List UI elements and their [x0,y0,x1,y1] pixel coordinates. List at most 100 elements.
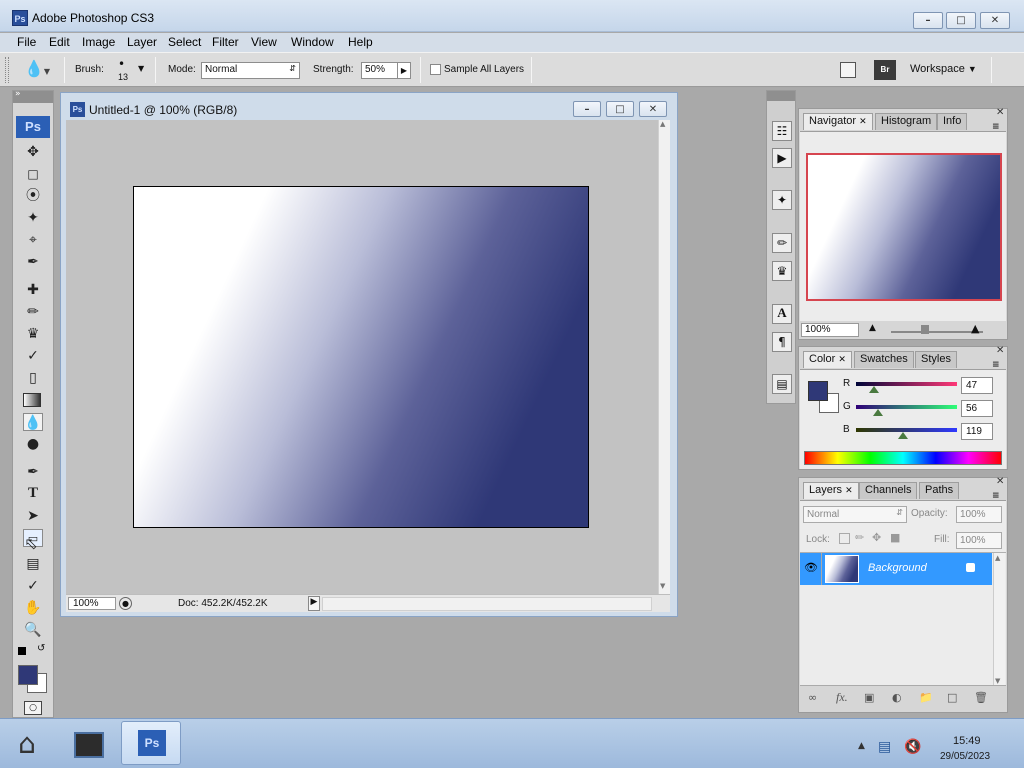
vertical-scrollbar[interactable]: ▲ ▼ [658,120,670,594]
clock-date[interactable]: 29/05/2023 [940,751,990,762]
color-close-icon[interactable]: ✕ [996,345,1004,356]
g-slider[interactable] [856,405,957,409]
foreground-color-swatch[interactable] [18,665,38,685]
zoom-field[interactable]: 100% [68,597,116,610]
zoom-out-icon[interactable]: ▲ [869,323,876,333]
link-layers-icon[interactable]: ∞ [808,691,817,704]
bridge-icon[interactable]: Br [874,60,896,80]
navigator-close-icon[interactable]: ✕ [996,107,1004,118]
tab-navigator[interactable]: Navigator ✕ [803,113,873,130]
type-tool-icon[interactable]: T [23,485,43,503]
r-value[interactable]: 47 [961,377,993,394]
clone-source-icon[interactable]: ♛ [772,261,792,281]
layer-style-icon[interactable]: fx. [836,690,848,705]
navigator-zoom-slider[interactable] [891,331,983,333]
tray-expand-icon[interactable]: ▲ [858,741,865,751]
swap-colors-icon[interactable]: ↺ [37,643,45,654]
navigator-thumbnail[interactable] [806,153,1002,301]
menu-edit[interactable]: Edit [49,35,70,49]
eyedropper-tool-icon[interactable]: ✓ [23,577,43,595]
slice-tool-icon[interactable]: ✒ [23,253,43,271]
menu-layer[interactable]: Layer [127,35,157,49]
paragraph-panel-icon[interactable]: ¶ [772,332,792,352]
notes-tool-icon[interactable]: ▤ [23,555,43,573]
horizontal-scrollbar[interactable] [322,597,652,611]
blur-tool-icon[interactable]: 💧 [23,413,43,431]
menu-file[interactable]: File [17,35,36,49]
layer-row-background[interactable]: 👁 Background [800,553,992,585]
dodge-tool-icon[interactable]: ● [23,435,43,453]
home-icon[interactable]: ⌂ [8,727,46,761]
history-panel-icon[interactable]: ☷ [772,121,792,141]
palette-well-icon[interactable] [840,62,856,78]
color-spectrum-bar[interactable] [804,451,1002,465]
lock-pixels-icon[interactable]: ✏ [855,531,864,544]
zoom-in-icon[interactable]: ▲ [971,322,979,335]
brushes-panel-icon[interactable]: ✏ [772,233,792,253]
healing-brush-tool-icon[interactable]: ✚ [23,281,43,299]
navigator-zoom-thumb[interactable] [921,325,929,334]
sample-all-layers-checkbox[interactable] [430,64,441,75]
blend-mode-select[interactable]: Normal ⇵ [803,506,907,523]
toolbox-header[interactable]: » [13,89,53,103]
tool-presets-icon[interactable]: ✦ [772,190,792,210]
layers-close-icon[interactable]: ✕ [996,476,1004,487]
layer-name[interactable]: Background [868,562,927,574]
tab-channels[interactable]: Channels [859,482,918,499]
character-panel-icon[interactable]: A [772,304,792,324]
tab-color[interactable]: Color ✕ [803,351,852,368]
scroll-down-icon[interactable]: ▼ [660,582,665,590]
mode-select[interactable]: Normal ⇵ [201,62,300,79]
brush-dot-icon[interactable]: • [118,57,125,71]
gradient-tool-icon[interactable] [23,393,41,407]
tab-styles[interactable]: Styles [915,351,957,368]
strength-field[interactable]: 50% ▶ [361,62,411,79]
r-slider-thumb[interactable] [869,386,880,393]
minimize-button[interactable]: – [913,12,943,29]
hand-tool-icon[interactable]: ✋ [23,599,43,617]
layer-thumbnail[interactable] [825,555,859,583]
b-value[interactable]: 119 [961,423,993,440]
volume-muted-icon[interactable]: 🔇 [904,739,921,755]
brush-tool-icon[interactable]: ✏ [23,303,43,321]
options-grip[interactable] [5,57,9,83]
eraser-tool-icon[interactable]: ▯ [23,369,43,387]
tab-histogram[interactable]: Histogram [875,113,938,130]
brush-dropdown-icon[interactable]: ▼ [138,64,144,73]
actions-panel-icon[interactable]: ▶ [772,148,792,168]
marquee-tool-icon[interactable]: □ [23,165,43,183]
document-minimize-button[interactable]: – [573,101,601,117]
crop-tool-icon[interactable]: ⌖ [23,231,43,249]
tab-info[interactable]: Info [937,113,968,130]
photoshop-logo[interactable]: Ps [16,116,50,138]
magic-wand-tool-icon[interactable]: ✦ [23,209,43,227]
layers-scroll-down-icon[interactable]: ▼ [995,677,1000,685]
g-slider-thumb[interactable] [873,409,884,416]
taskbar-photoshop-button[interactable]: Ps [121,721,181,765]
layer-comps-icon[interactable]: ▤ [772,374,792,394]
g-value[interactable]: 56 [961,400,993,417]
default-colors-icon[interactable] [18,647,26,655]
clock-time[interactable]: 15:49 [953,735,981,747]
tab-layers[interactable]: Layers ✕ [803,482,859,499]
layer-mask-icon[interactable]: ▣ [864,691,874,704]
layer-visibility-eye-icon[interactable]: 👁 [804,561,818,574]
menu-image[interactable]: Image [82,35,115,49]
layers-scrollbar[interactable]: ▲ ▼ [993,553,1005,685]
lock-position-icon[interactable]: ✥ [872,531,881,544]
lasso-tool-icon[interactable]: ⦿ [23,187,43,205]
gradient-image[interactable] [133,186,589,528]
adjustment-layer-icon[interactable]: ◐ [892,691,902,704]
b-slider-thumb[interactable] [898,432,909,439]
new-group-icon[interactable]: 📁 [919,691,933,704]
file-manager-icon[interactable] [74,732,104,758]
lock-transparency-icon[interactable] [839,533,850,544]
maximize-button[interactable]: □ [946,12,976,29]
layers-scroll-up-icon[interactable]: ▲ [995,554,1000,562]
menu-filter[interactable]: Filter [212,35,239,49]
move-tool-icon[interactable]: ✥ [23,143,43,161]
status-menu-arrow-icon[interactable]: ▶ [308,596,320,611]
menu-view[interactable]: View [251,35,277,49]
document-maximize-button[interactable]: □ [606,101,634,117]
quick-mask-icon[interactable]: ○ [24,701,42,715]
